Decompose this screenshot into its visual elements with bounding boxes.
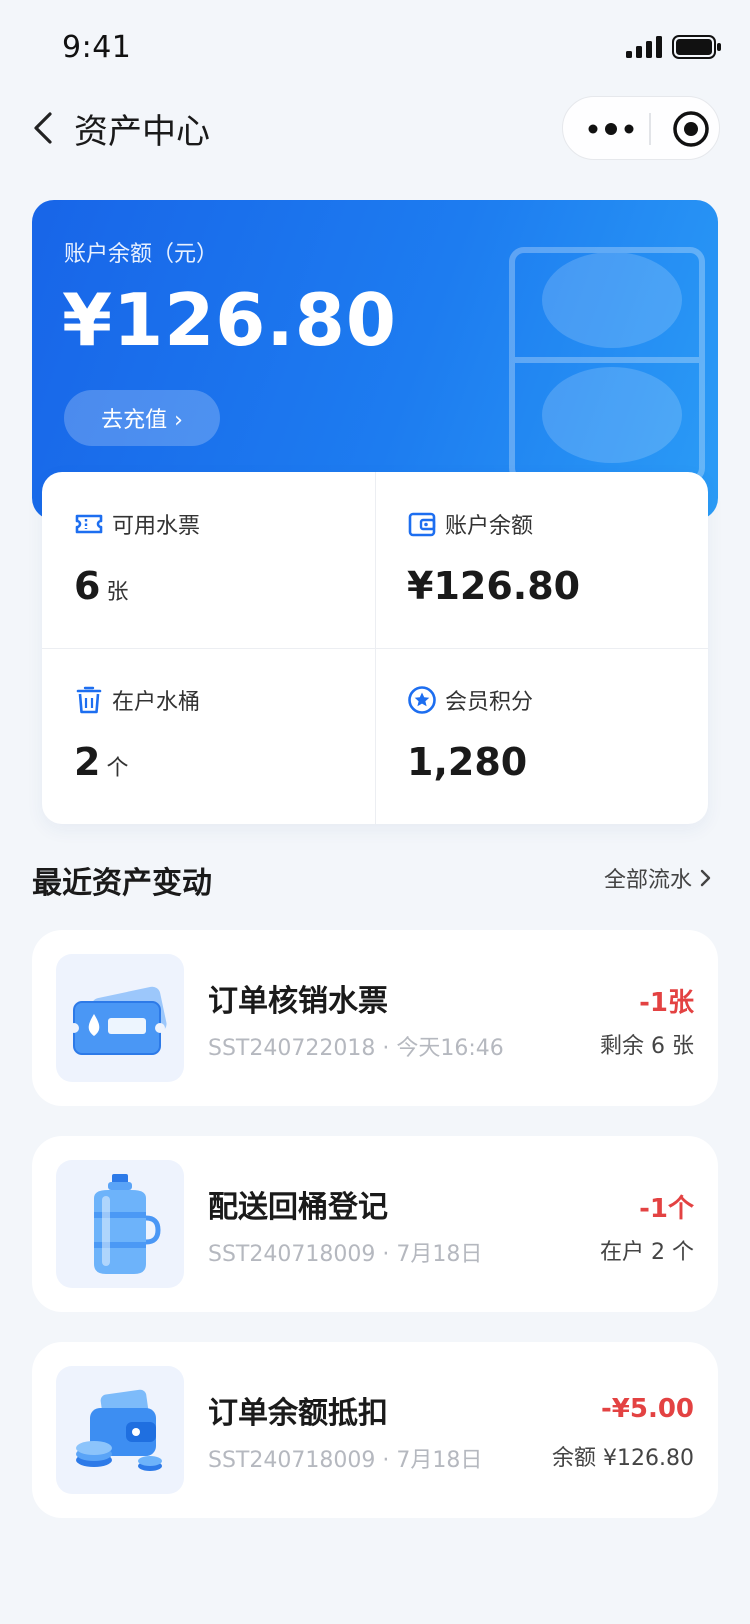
- balance-amount: ¥126.80: [62, 278, 397, 362]
- stat-water-tickets[interactable]: 可用水票 6张: [42, 472, 375, 648]
- transaction-item[interactable]: 订单核销水票 SST240722018 · 今天16:46 -1张 剩余 6 张: [32, 930, 718, 1106]
- transaction-item[interactable]: 订单余额抵扣 SST240718009 · 7月18日 -¥5.00 余额 ¥1…: [32, 1342, 718, 1518]
- stat-label: 账户余额: [445, 514, 534, 539]
- transaction-remaining: 剩余 6 张: [600, 1034, 694, 1059]
- status-time: 9:41: [62, 30, 132, 65]
- stat-label-row: 在户水桶: [74, 684, 200, 716]
- page-title: 资产中心: [74, 112, 210, 152]
- water-rack-icon: [509, 247, 705, 483]
- stat-member-points[interactable]: 会员积分 1,280: [375, 648, 708, 824]
- transaction-change: -1个: [639, 1194, 694, 1224]
- view-all-transactions-link[interactable]: 全部流水: [604, 862, 712, 894]
- capsule-divider: [649, 113, 651, 145]
- stat-account-balance[interactable]: 账户余额 ¥126.80: [375, 472, 708, 648]
- stat-number: 1,280: [407, 740, 528, 784]
- ticket-icon: [75, 514, 103, 534]
- battery-icon: [672, 35, 721, 59]
- star-badge-icon: [408, 686, 436, 714]
- transaction-title: 订单核销水票: [208, 984, 388, 1019]
- transaction-meta: SST240722018 · 今天16:46: [208, 1036, 504, 1061]
- stat-number: 6: [74, 564, 101, 608]
- stat-value: 6张: [74, 564, 128, 608]
- section-link-label: 全部流水: [604, 868, 693, 893]
- recharge-label: 去充值 ›: [101, 408, 183, 433]
- status-bar: 9:41: [0, 0, 750, 96]
- stat-label: 在户水桶: [112, 690, 201, 715]
- water-ticket-image: [56, 954, 184, 1082]
- stat-label: 可用水票: [112, 514, 201, 539]
- stat-number: 2: [74, 740, 101, 784]
- transaction-title: 订单余额抵扣: [208, 1396, 388, 1431]
- back-arrow-icon[interactable]: [28, 106, 62, 150]
- transaction-title: 配送回桶登记: [208, 1190, 388, 1225]
- stat-number: ¥126.80: [407, 564, 581, 608]
- asset-stats-grid: 可用水票 6张 账户余额 ¥126.80 在户水桶 2 个 会员积分 1,280: [42, 472, 708, 824]
- recharge-button[interactable]: 去充值 ›: [64, 390, 220, 446]
- transaction-meta: SST240718009 · 7月18日: [208, 1242, 483, 1267]
- signal-icon: [626, 36, 662, 58]
- more-dots-icon[interactable]: [583, 109, 639, 149]
- chevron-right-icon: [700, 869, 711, 887]
- transaction-remaining: 余额 ¥126.80: [552, 1446, 694, 1471]
- transaction-item[interactable]: 配送回桶登记 SST240718009 · 7月18日 -1个 在户 2 个: [32, 1136, 718, 1312]
- section-title: 最近资产变动: [32, 866, 212, 901]
- wallet-coins-image: [56, 1366, 184, 1494]
- water-bottle-image: [56, 1160, 184, 1288]
- stat-value: ¥126.80: [407, 564, 586, 608]
- stat-value: 1,280: [407, 740, 533, 784]
- stat-label-row: 可用水票: [74, 508, 200, 540]
- nav-bar: 资产中心: [0, 96, 750, 160]
- transaction-change: -1张: [639, 988, 694, 1018]
- stat-unit: 个: [106, 756, 129, 781]
- transaction-meta: SST240718009 · 7月18日: [208, 1448, 483, 1473]
- water-bottle-icon: [94, 1174, 161, 1274]
- balance-label: 账户余额（元）: [64, 242, 219, 267]
- stat-label-row: 账户余额: [407, 508, 533, 540]
- stat-unit: 张: [106, 580, 129, 605]
- transaction-change: -¥5.00: [600, 1394, 694, 1424]
- water-ticket-icon: [69, 986, 167, 1055]
- mini-program-capsule: [562, 96, 720, 160]
- wallet-icon: [408, 512, 436, 537]
- close-target-icon[interactable]: [671, 109, 711, 149]
- stat-value: 2个: [74, 740, 128, 784]
- stat-label-row: 会员积分: [407, 684, 533, 716]
- transaction-remaining: 在户 2 个: [600, 1240, 694, 1265]
- wallet-coins-icon: [76, 1389, 162, 1471]
- bucket-icon: [76, 686, 102, 714]
- stat-label: 会员积分: [445, 690, 534, 715]
- stat-buckets-at-home[interactable]: 在户水桶 2个: [42, 648, 375, 824]
